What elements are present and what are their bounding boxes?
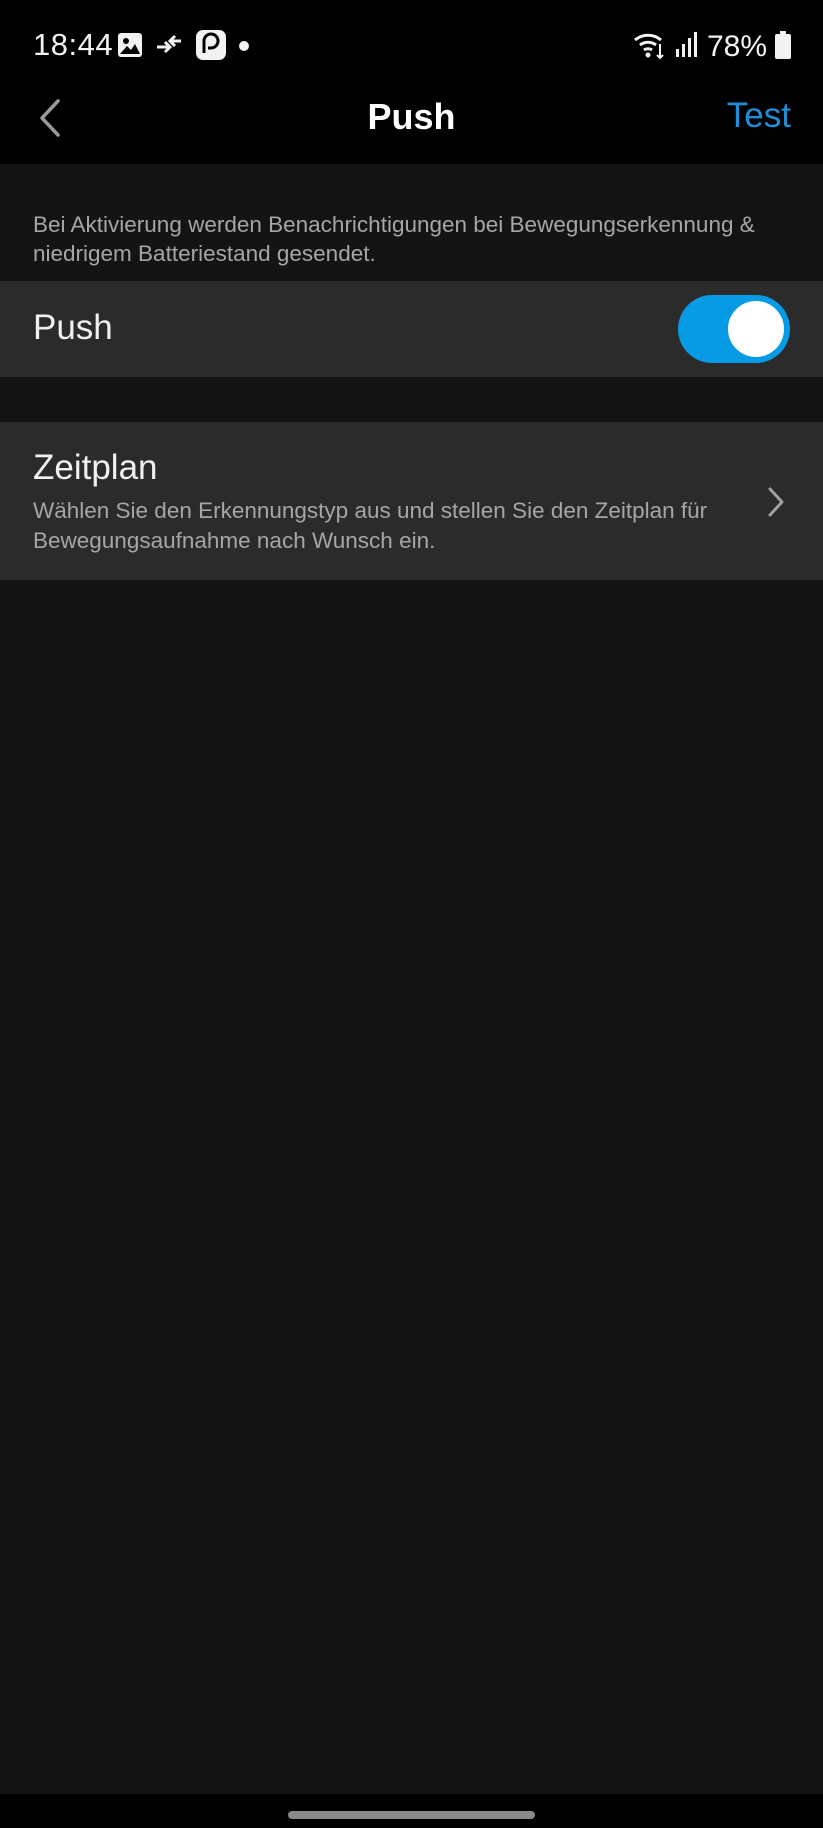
status-bar: 18:44 78% xyxy=(0,0,823,94)
toggle-knob xyxy=(728,301,784,357)
home-indicator[interactable] xyxy=(288,1811,535,1819)
messenger-icon xyxy=(195,29,227,66)
gallery-icon xyxy=(117,32,143,63)
push-toggle[interactable] xyxy=(678,295,790,363)
notification-dot-icon xyxy=(239,38,249,56)
app-header: Push Test xyxy=(0,94,823,164)
schedule-description: Wählen Sie den Erkennungstyp aus und ste… xyxy=(33,498,708,553)
schedule-title: Zeitplan xyxy=(33,448,158,487)
push-hint-text: Bei Aktivierung werden Benachrichtigunge… xyxy=(33,212,755,266)
schedule-row[interactable]: Zeitplan Wählen Sie den Erkennungstyp au… xyxy=(0,422,823,580)
push-setting-row: Push xyxy=(0,281,823,377)
status-right: 78% xyxy=(633,27,791,67)
navigation-bar xyxy=(0,1794,823,1828)
page-title: Push xyxy=(367,96,456,137)
push-label: Push xyxy=(33,308,113,347)
battery-icon xyxy=(775,30,791,64)
battery-percent: 78% xyxy=(706,30,767,63)
test-button[interactable]: Test xyxy=(727,96,791,136)
data-transfer-icon xyxy=(155,33,183,62)
status-left-icons xyxy=(117,29,249,66)
wifi-icon xyxy=(633,30,667,65)
status-time: 18:44 xyxy=(33,27,114,62)
settings-content: Bei Aktivierung werden Benachrichtigunge… xyxy=(0,164,823,1794)
chevron-right-icon xyxy=(768,487,784,517)
signal-icon xyxy=(675,31,699,63)
